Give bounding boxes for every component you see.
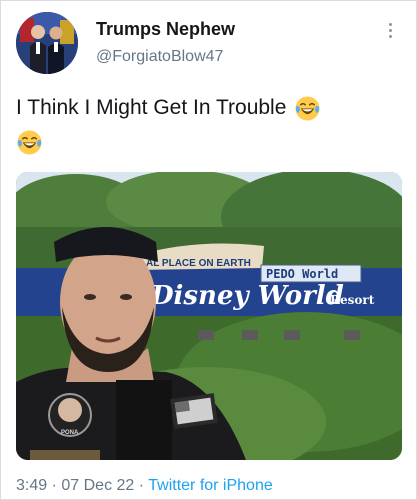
tweet-photo[interactable]: AL PLACE ON EARTH Disney World Resort PE… (16, 172, 402, 460)
selfie-photo: AL PLACE ON EARTH Disney World Resort PE… (16, 172, 402, 460)
tweet-text: I Think I Might Get In Trouble (16, 91, 401, 159)
more-dot (389, 35, 392, 38)
tweet-card: Trumps Nephew @ForgiatoBlow47 I Think I … (0, 0, 417, 500)
more-dot (389, 29, 392, 32)
tweet-source-link[interactable]: Twitter for iPhone (148, 477, 273, 494)
patch-text: PONA (61, 430, 79, 436)
display-name[interactable]: Trumps Nephew (96, 19, 235, 40)
laughing-tears-emoji-icon (295, 96, 320, 121)
tweet-time[interactable]: 3:49 (16, 477, 47, 494)
separator-dot: · (138, 477, 145, 494)
sign-top-text: AL PLACE ON EARTH (146, 258, 251, 269)
sign-patch-text: PEDO World (266, 267, 338, 281)
sign-resort-text: Resort (330, 293, 375, 307)
tweet-metadata: 3:49 · 07 Dec 22 · Twitter for iPhone (16, 477, 273, 495)
more-dot (389, 23, 392, 26)
user-handle[interactable]: @ForgiatoBlow47 (96, 48, 223, 66)
laughing-tears-emoji-icon (17, 130, 42, 155)
tweet-body: I Think I Might Get In Trouble (16, 96, 287, 119)
separator-dot: · (51, 477, 57, 494)
more-options-icon[interactable] (384, 21, 398, 41)
tweet-date[interactable]: 07 Dec 22 (61, 477, 134, 494)
avatar[interactable] (16, 12, 78, 74)
sign-main-text: Disney World (150, 281, 344, 311)
avatar-image (16, 12, 78, 74)
